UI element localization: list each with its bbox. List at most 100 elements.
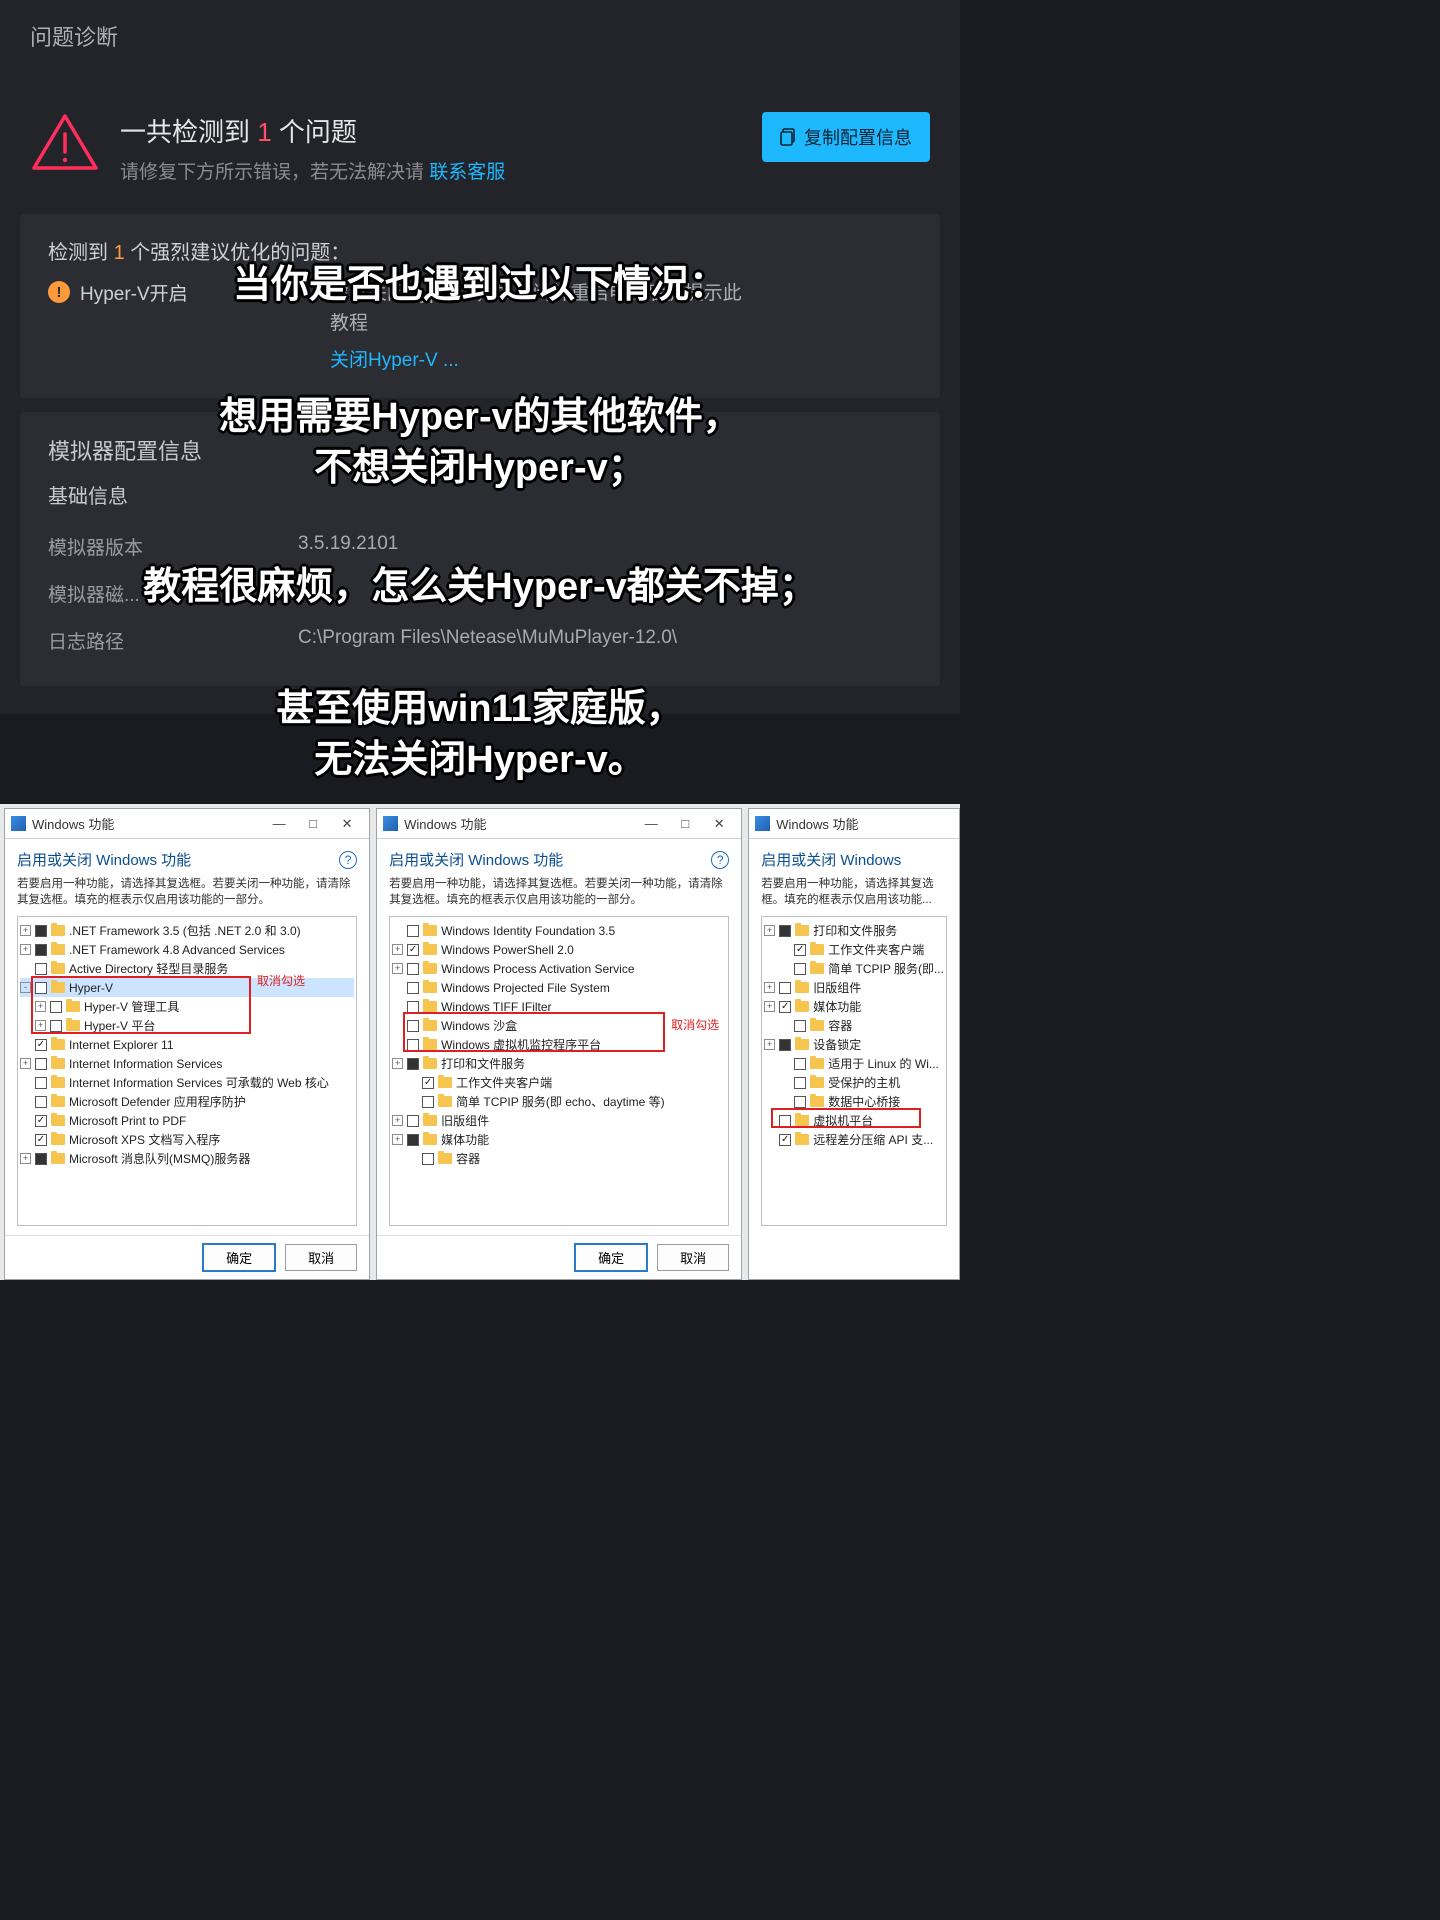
tree-item[interactable]: Windows Identity Foundation 3.5: [392, 921, 726, 940]
maximize-button[interactable]: □: [669, 813, 701, 835]
checkbox[interactable]: [407, 1020, 419, 1032]
tree-item[interactable]: +Windows PowerShell 2.0: [392, 940, 726, 959]
checkbox[interactable]: [779, 1134, 791, 1146]
checkbox[interactable]: [422, 1096, 434, 1108]
checkbox[interactable]: [407, 963, 419, 975]
tree-item[interactable]: Windows Projected File System: [392, 978, 726, 997]
expand-icon[interactable]: +: [35, 1001, 46, 1012]
tree-item[interactable]: +Microsoft 消息队列(MSMQ)服务器: [20, 1149, 354, 1168]
tree-item[interactable]: Windows TIFF IFilter: [392, 997, 726, 1016]
checkbox[interactable]: [779, 1001, 791, 1013]
expand-icon[interactable]: +: [392, 1115, 403, 1126]
expand-icon[interactable]: -: [20, 982, 31, 993]
checkbox[interactable]: [407, 1001, 419, 1013]
tree-item[interactable]: Microsoft Print to PDF: [20, 1111, 354, 1130]
checkbox[interactable]: [35, 925, 47, 937]
tree-item[interactable]: 工作文件夹客户端: [764, 940, 944, 959]
close-button[interactable]: ✕: [703, 813, 735, 835]
checkbox[interactable]: [35, 944, 47, 956]
tree-item[interactable]: 容器: [764, 1016, 944, 1035]
tree-item[interactable]: +旧版组件: [764, 978, 944, 997]
checkbox[interactable]: [35, 1134, 47, 1146]
checkbox[interactable]: [794, 1077, 806, 1089]
help-icon[interactable]: ?: [339, 851, 357, 869]
tree-item[interactable]: 简单 TCPIP 服务(即...: [764, 959, 944, 978]
tree-item[interactable]: +旧版组件: [392, 1111, 726, 1130]
expand-icon[interactable]: +: [392, 1058, 403, 1069]
checkbox[interactable]: [779, 1039, 791, 1051]
tree-item[interactable]: +Hyper-V 平台: [20, 1016, 354, 1035]
checkbox[interactable]: [422, 1153, 434, 1165]
checkbox[interactable]: [794, 1020, 806, 1032]
tree-item[interactable]: +Windows Process Activation Service: [392, 959, 726, 978]
minimize-button[interactable]: —: [635, 813, 667, 835]
checkbox[interactable]: [35, 1096, 47, 1108]
minimize-button[interactable]: —: [263, 813, 295, 835]
tree-item[interactable]: 远程差分压缩 API 支...: [764, 1130, 944, 1149]
feature-tree[interactable]: +.NET Framework 3.5 (包括 .NET 2.0 和 3.0)+…: [17, 916, 357, 1226]
checkbox[interactable]: [407, 1039, 419, 1051]
maximize-button[interactable]: □: [297, 813, 329, 835]
expand-icon[interactable]: +: [392, 1134, 403, 1145]
tree-item[interactable]: 容器: [392, 1149, 726, 1168]
tree-item[interactable]: +媒体功能: [392, 1130, 726, 1149]
tree-item[interactable]: +设备锁定: [764, 1035, 944, 1054]
cancel-button[interactable]: 取消: [285, 1244, 357, 1271]
tree-item[interactable]: 虚拟机平台: [764, 1111, 944, 1130]
checkbox[interactable]: [407, 1134, 419, 1146]
checkbox[interactable]: [35, 982, 47, 994]
close-button[interactable]: ✕: [331, 813, 363, 835]
checkbox[interactable]: [794, 1058, 806, 1070]
expand-icon[interactable]: +: [392, 944, 403, 955]
expand-icon[interactable]: +: [764, 1001, 775, 1012]
checkbox[interactable]: [407, 1058, 419, 1070]
expand-icon[interactable]: +: [20, 944, 31, 955]
checkbox[interactable]: [35, 1153, 47, 1165]
copy-config-button[interactable]: 复制配置信息: [762, 112, 930, 162]
feature-tree[interactable]: +打印和文件服务工作文件夹客户端简单 TCPIP 服务(即...+旧版组件+媒体…: [761, 916, 947, 1226]
expand-icon[interactable]: +: [764, 925, 775, 936]
tree-item[interactable]: 数据中心桥接: [764, 1092, 944, 1111]
tree-item[interactable]: 简单 TCPIP 服务(即 echo、daytime 等): [392, 1092, 726, 1111]
tree-item[interactable]: Internet Explorer 11: [20, 1035, 354, 1054]
checkbox[interactable]: [794, 963, 806, 975]
checkbox[interactable]: [35, 1039, 47, 1051]
tree-item[interactable]: +打印和文件服务: [392, 1054, 726, 1073]
checkbox[interactable]: [35, 1058, 47, 1070]
tree-item[interactable]: +Hyper-V 管理工具: [20, 997, 354, 1016]
checkbox[interactable]: [422, 1077, 434, 1089]
tree-item[interactable]: +.NET Framework 3.5 (包括 .NET 2.0 和 3.0): [20, 921, 354, 940]
issue-help-link[interactable]: 关闭Hyper-V ...: [330, 346, 912, 376]
checkbox[interactable]: [794, 944, 806, 956]
checkbox[interactable]: [779, 982, 791, 994]
tree-item[interactable]: +媒体功能: [764, 997, 944, 1016]
checkbox[interactable]: [50, 1020, 62, 1032]
ok-button[interactable]: 确定: [203, 1244, 275, 1271]
checkbox[interactable]: [50, 1001, 62, 1013]
tree-item[interactable]: Windows 虚拟机监控程序平台: [392, 1035, 726, 1054]
expand-icon[interactable]: +: [764, 1039, 775, 1050]
tree-item[interactable]: Internet Information Services 可承载的 Web 核…: [20, 1073, 354, 1092]
ok-button[interactable]: 确定: [575, 1244, 647, 1271]
checkbox[interactable]: [407, 1115, 419, 1127]
contact-link[interactable]: 联系客服: [429, 162, 505, 183]
checkbox[interactable]: [407, 925, 419, 937]
expand-icon[interactable]: +: [35, 1020, 46, 1031]
checkbox[interactable]: [407, 944, 419, 956]
expand-icon[interactable]: +: [764, 982, 775, 993]
tree-item[interactable]: +Internet Information Services: [20, 1054, 354, 1073]
tree-item[interactable]: 工作文件夹客户端: [392, 1073, 726, 1092]
checkbox[interactable]: [794, 1096, 806, 1108]
expand-icon[interactable]: +: [20, 1058, 31, 1069]
help-icon[interactable]: ?: [711, 851, 729, 869]
checkbox[interactable]: [779, 1115, 791, 1127]
feature-tree[interactable]: Windows Identity Foundation 3.5+Windows …: [389, 916, 729, 1226]
tree-item[interactable]: Microsoft Defender 应用程序防护: [20, 1092, 354, 1111]
expand-icon[interactable]: +: [20, 925, 31, 936]
checkbox[interactable]: [407, 982, 419, 994]
tree-item[interactable]: 受保护的主机: [764, 1073, 944, 1092]
tree-item[interactable]: +打印和文件服务: [764, 921, 944, 940]
checkbox[interactable]: [35, 1115, 47, 1127]
cancel-button[interactable]: 取消: [657, 1244, 729, 1271]
tree-item[interactable]: Microsoft XPS 文档写入程序: [20, 1130, 354, 1149]
